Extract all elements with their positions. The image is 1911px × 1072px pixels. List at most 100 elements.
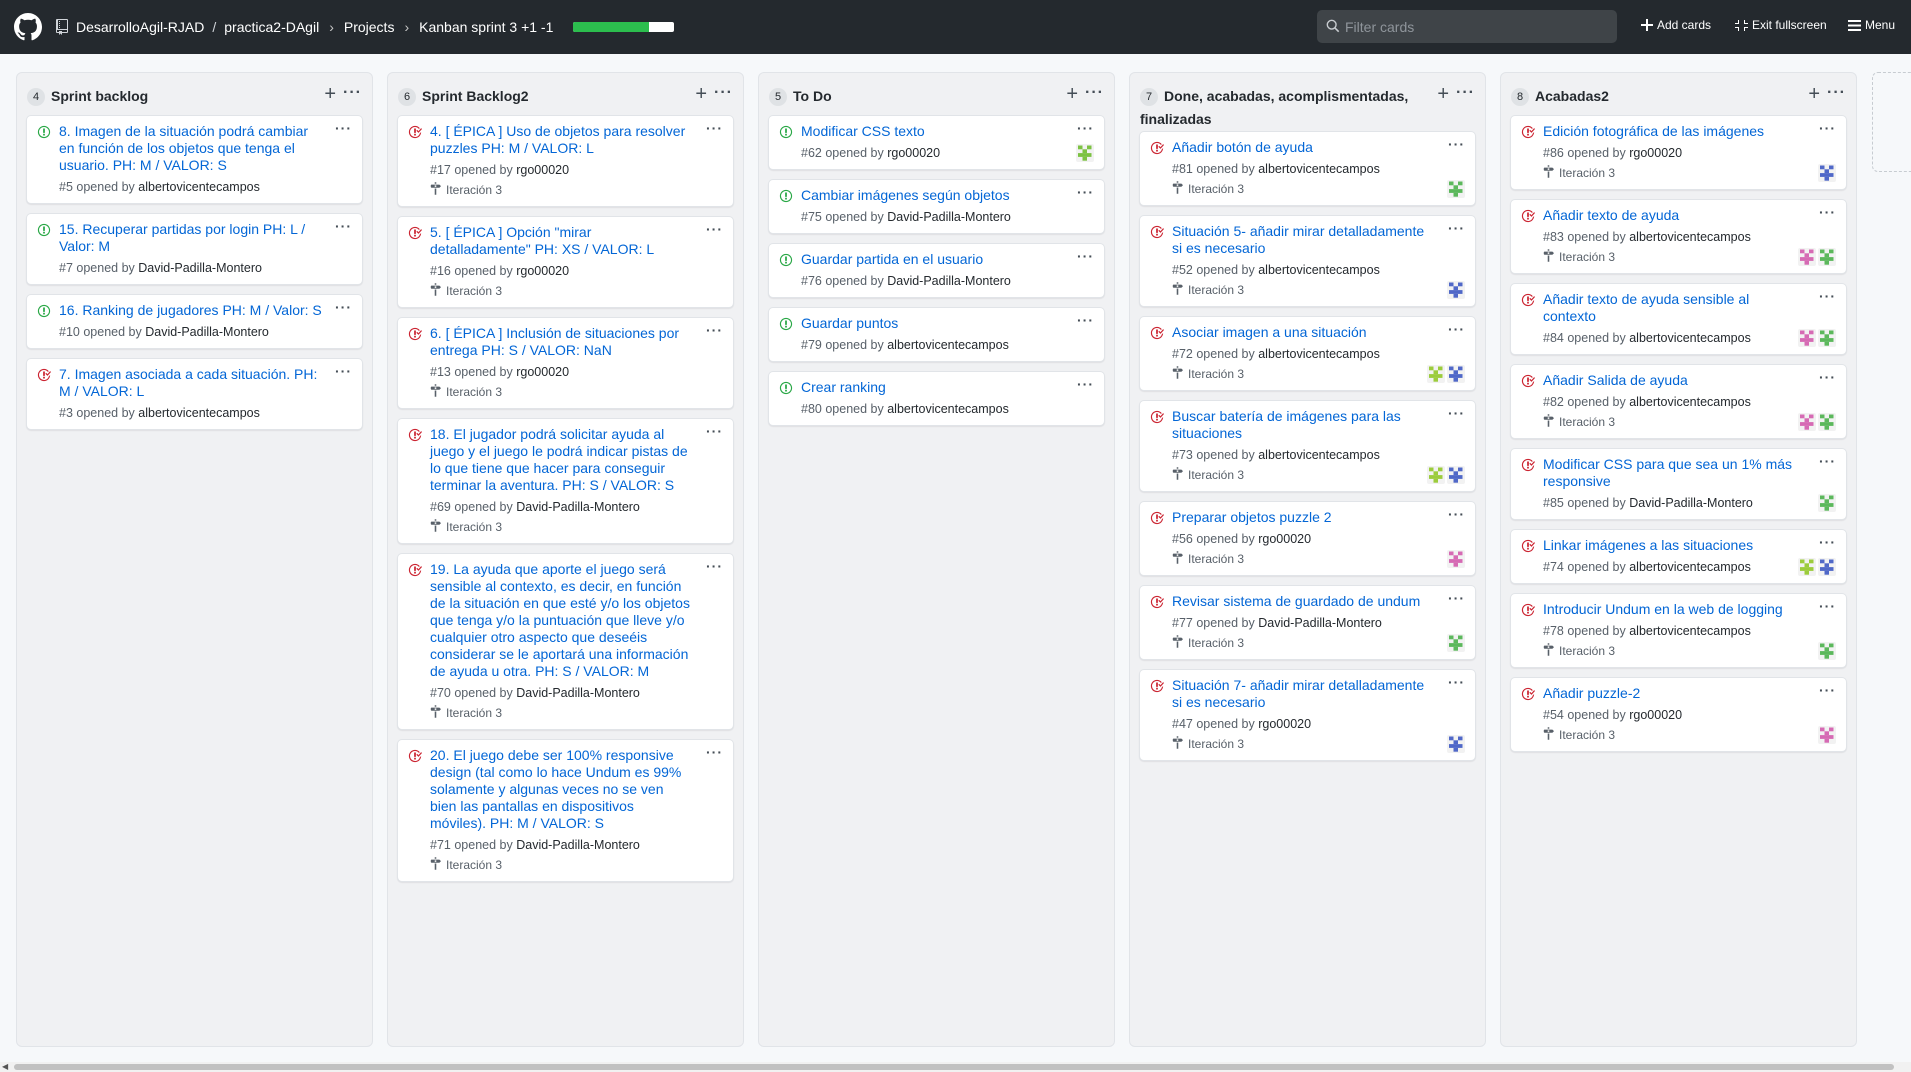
issue-title-link[interactable]: Añadir botón de ayuda (1172, 139, 1435, 156)
issue-author-link[interactable]: David-Padilla-Montero (138, 261, 262, 275)
issue-author-link[interactable]: rgo00020 (1629, 146, 1682, 160)
issue-author-link[interactable]: David-Padilla-Montero (1258, 616, 1382, 630)
issue-number[interactable]: #81 (1172, 162, 1193, 176)
issue-author-link[interactable]: albertovicentecampos (1629, 395, 1751, 409)
issue-number[interactable]: #69 (430, 500, 451, 514)
card-more-options-icon[interactable]: ··· (706, 221, 723, 237)
projects-link[interactable]: Projects (344, 19, 395, 35)
issue-milestone[interactable]: Iteración 3 (430, 705, 693, 721)
issue-author-link[interactable]: albertovicentecampos (1629, 624, 1751, 638)
issue-number[interactable]: #79 (801, 338, 822, 352)
card-more-options-icon[interactable]: ··· (1819, 204, 1836, 220)
issue-author-link[interactable]: rgo00020 (1258, 717, 1311, 731)
issue-card[interactable]: Crear ranking #80 opened by albertovicent… (768, 371, 1105, 426)
issue-card[interactable]: Añadir texto de ayuda sensible al contex… (1510, 283, 1847, 355)
issue-card[interactable]: Buscar batería de imágenes para las situ… (1139, 400, 1476, 492)
issue-title-link[interactable]: Cambiar imágenes según objetos (801, 187, 1064, 204)
assignee-avatar[interactable] (1447, 281, 1465, 299)
issue-title-link[interactable]: Guardar partida en el usuario (801, 251, 1064, 268)
issue-number[interactable]: #80 (801, 402, 822, 416)
issue-title-link[interactable]: 18. El jugador podrá solicitar ayuda al … (430, 426, 693, 494)
issue-author-link[interactable]: rgo00020 (1258, 532, 1311, 546)
card-more-options-icon[interactable]: ··· (706, 322, 723, 338)
issue-card[interactable]: 4. [ ÉPICA ] Uso de objetos para resolve… (397, 115, 734, 207)
issue-milestone[interactable]: Iteración 3 (1543, 165, 1806, 181)
issue-milestone[interactable]: Iteración 3 (1543, 249, 1806, 265)
card-more-options-icon[interactable]: ··· (1448, 220, 1465, 236)
issue-milestone[interactable]: Iteración 3 (1172, 181, 1435, 197)
issue-number[interactable]: #76 (801, 274, 822, 288)
repo-owner-link[interactable]: DesarrolloAgil-RJAD (76, 19, 204, 35)
issue-card[interactable]: Asociar imagen a una situación #72 opened… (1139, 316, 1476, 391)
issue-author-link[interactable]: David-Padilla-Montero (516, 838, 640, 852)
issue-author-link[interactable]: David-Padilla-Montero (887, 274, 1011, 288)
issue-author-link[interactable]: rgo00020 (516, 365, 569, 379)
issue-card[interactable]: Modificar CSS para que sea un 1% más res… (1510, 448, 1847, 520)
issue-author-link[interactable]: albertovicentecampos (887, 338, 1009, 352)
card-more-options-icon[interactable]: ··· (1819, 288, 1836, 304)
issue-author-link[interactable]: albertovicentecampos (1258, 263, 1380, 277)
card-more-options-icon[interactable]: ··· (706, 423, 723, 439)
issue-title-link[interactable]: Modificar CSS texto (801, 123, 1064, 140)
issue-number[interactable]: #54 (1543, 708, 1564, 722)
assignee-avatar[interactable] (1427, 365, 1445, 383)
issue-number[interactable]: #86 (1543, 146, 1564, 160)
card-more-options-icon[interactable]: ··· (1077, 120, 1094, 136)
issue-number[interactable]: #71 (430, 838, 451, 852)
issue-title-link[interactable]: Buscar batería de imágenes para las situ… (1172, 408, 1435, 442)
issue-card[interactable]: 16. Ranking de jugadores PH: M / Valor: … (26, 294, 363, 349)
issue-title-link[interactable]: 6. [ ÉPICA ] Inclusión de situaciones po… (430, 325, 693, 359)
issue-card[interactable]: Añadir puzzle-2 #54 opened by rgo00020 Ite… (1510, 677, 1847, 752)
card-more-options-icon[interactable]: ··· (706, 120, 723, 136)
assignee-avatar[interactable] (1798, 329, 1816, 347)
issue-milestone[interactable]: Iteración 3 (1543, 727, 1806, 743)
issue-author-link[interactable]: albertovicentecampos (138, 406, 260, 420)
add-column-placeholder[interactable] (1872, 72, 1911, 172)
issue-number[interactable]: #10 (59, 325, 80, 339)
issue-number[interactable]: #52 (1172, 263, 1193, 277)
issue-title-link[interactable]: Introducir Undum en la web de logging (1543, 601, 1806, 618)
issue-author-link[interactable]: rgo00020 (516, 163, 569, 177)
issue-title-link[interactable]: 20. El juego debe ser 100% responsive de… (430, 747, 693, 832)
issue-number[interactable]: #78 (1543, 624, 1564, 638)
issue-card[interactable]: 6. [ ÉPICA ] Inclusión de situaciones po… (397, 317, 734, 409)
card-more-options-icon[interactable]: ··· (1819, 534, 1836, 550)
assignee-avatar[interactable] (1818, 248, 1836, 266)
issue-card[interactable]: 18. El jugador podrá solicitar ayuda al … (397, 418, 734, 544)
issue-card[interactable]: Revisar sistema de guardado de undum #77 … (1139, 585, 1476, 660)
issue-title-link[interactable]: Añadir Salida de ayuda (1543, 372, 1806, 389)
issue-title-link[interactable]: 7. Imagen asociada a cada situación. PH:… (59, 366, 322, 400)
issue-number[interactable]: #13 (430, 365, 451, 379)
card-more-options-icon[interactable]: ··· (1077, 248, 1094, 264)
issue-number[interactable]: #47 (1172, 717, 1193, 731)
assignee-avatar[interactable] (1818, 642, 1836, 660)
assignee-avatar[interactable] (1447, 550, 1465, 568)
issue-card[interactable]: Cambiar imágenes según objetos #75 opened… (768, 179, 1105, 234)
card-more-options-icon[interactable]: ··· (1819, 598, 1836, 614)
card-more-options-icon[interactable]: ··· (1448, 321, 1465, 337)
assignee-avatar[interactable] (1818, 164, 1836, 182)
card-more-options-icon[interactable]: ··· (335, 120, 352, 136)
issue-title-link[interactable]: Modificar CSS para que sea un 1% más res… (1543, 456, 1806, 490)
add-card-plus-icon[interactable]: + (1066, 83, 1078, 106)
issue-number[interactable]: #62 (801, 146, 822, 160)
issue-milestone[interactable]: Iteración 3 (1543, 414, 1806, 430)
issue-milestone[interactable]: Iteración 3 (430, 182, 693, 198)
card-more-options-icon[interactable]: ··· (1819, 453, 1836, 469)
issue-milestone[interactable]: Iteración 3 (1172, 635, 1435, 651)
assignee-avatar[interactable] (1076, 144, 1094, 162)
issue-title-link[interactable]: Guardar puntos (801, 315, 1064, 332)
issue-card[interactable]: 8. Imagen de la situación podrá cambiar … (26, 115, 363, 204)
issue-title-link[interactable]: Situación 5- añadir mirar detalladamente… (1172, 223, 1435, 257)
assignee-avatar[interactable] (1447, 365, 1465, 383)
issue-card[interactable]: 7. Imagen asociada a cada situación. PH:… (26, 358, 363, 430)
exit-fullscreen-button[interactable]: Exit fullscreen (1735, 18, 1827, 32)
card-more-options-icon[interactable]: ··· (706, 558, 723, 574)
issue-number[interactable]: #84 (1543, 331, 1564, 345)
add-card-plus-icon[interactable]: + (1808, 83, 1820, 106)
issue-author-link[interactable]: albertovicentecampos (1258, 448, 1380, 462)
assignee-avatar[interactable] (1447, 634, 1465, 652)
issue-milestone[interactable]: Iteración 3 (430, 519, 693, 535)
issue-milestone[interactable]: Iteración 3 (1172, 282, 1435, 298)
filter-cards-box[interactable] (1317, 10, 1617, 43)
